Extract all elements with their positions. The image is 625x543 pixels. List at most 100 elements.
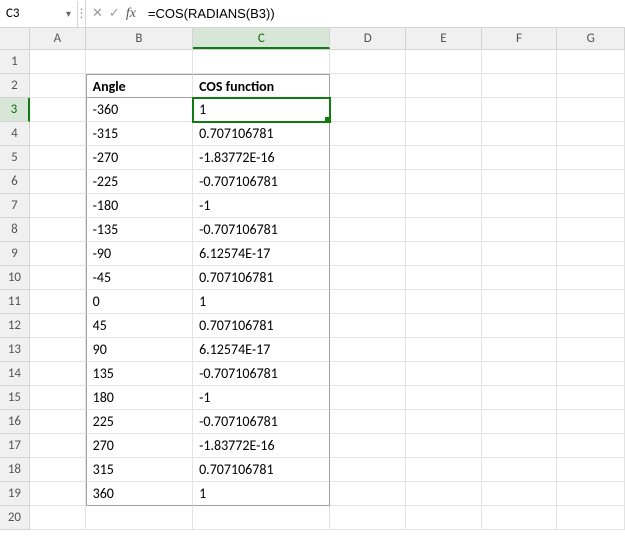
row-header-20[interactable]: 20 — [0, 506, 30, 530]
cell-B14[interactable]: 135 — [86, 362, 193, 386]
cell-F16[interactable] — [482, 410, 558, 434]
cell-E16[interactable] — [406, 410, 482, 434]
cell-C1[interactable] — [193, 50, 330, 74]
cell-F13[interactable] — [482, 338, 558, 362]
cell-D6[interactable] — [330, 170, 406, 194]
cell-A19[interactable] — [30, 482, 86, 506]
cell-E9[interactable] — [406, 242, 482, 266]
cancel-icon[interactable]: ✕ — [92, 7, 103, 20]
cell-G14[interactable] — [557, 362, 625, 386]
cell-E3[interactable] — [406, 98, 482, 122]
cell-B10[interactable]: -45 — [86, 266, 193, 290]
column-header-a[interactable]: A — [30, 28, 86, 49]
cell-G6[interactable] — [557, 170, 625, 194]
row-header-17[interactable]: 17 — [0, 434, 30, 458]
column-header-g[interactable]: G — [557, 28, 625, 49]
cell-G15[interactable] — [557, 386, 625, 410]
cell-C3[interactable]: 1 — [193, 98, 330, 122]
cell-A20[interactable] — [30, 506, 86, 530]
cell-F11[interactable] — [482, 290, 558, 314]
cell-D17[interactable] — [330, 434, 406, 458]
cell-D11[interactable] — [330, 290, 406, 314]
cell-C10[interactable]: 0.707106781 — [193, 266, 330, 290]
cell-G19[interactable] — [557, 482, 625, 506]
select-all-corner[interactable] — [0, 28, 30, 50]
cell-G12[interactable] — [557, 314, 625, 338]
cell-C11[interactable]: 1 — [193, 290, 330, 314]
cell-E12[interactable] — [406, 314, 482, 338]
cell-G1[interactable] — [557, 50, 625, 74]
column-header-d[interactable]: D — [330, 28, 406, 49]
cell-G18[interactable] — [557, 458, 625, 482]
cell-D12[interactable] — [330, 314, 406, 338]
cell-D5[interactable] — [330, 146, 406, 170]
cell-E6[interactable] — [406, 170, 482, 194]
cell-C2[interactable]: COS function — [193, 74, 330, 98]
cell-F2[interactable] — [482, 74, 558, 98]
cell-D3[interactable] — [330, 98, 406, 122]
column-header-f[interactable]: F — [482, 28, 558, 49]
cell-A17[interactable] — [30, 434, 86, 458]
row-header-2[interactable]: 2 — [0, 74, 30, 98]
cell-E1[interactable] — [406, 50, 482, 74]
cell-B3[interactable]: -360 — [86, 98, 193, 122]
cell-G3[interactable] — [557, 98, 625, 122]
cell-F15[interactable] — [482, 386, 558, 410]
cell-E17[interactable] — [406, 434, 482, 458]
cell-A10[interactable] — [30, 266, 86, 290]
cell-A4[interactable] — [30, 122, 86, 146]
cell-F10[interactable] — [482, 266, 558, 290]
row-header-12[interactable]: 12 — [0, 314, 30, 338]
formula-input[interactable] — [142, 0, 625, 27]
cell-G5[interactable] — [557, 146, 625, 170]
cell-G11[interactable] — [557, 290, 625, 314]
row-header-10[interactable]: 10 — [0, 266, 30, 290]
cell-B5[interactable]: -270 — [86, 146, 193, 170]
cell-A8[interactable] — [30, 218, 86, 242]
cell-A7[interactable] — [30, 194, 86, 218]
cell-E13[interactable] — [406, 338, 482, 362]
row-header-7[interactable]: 7 — [0, 194, 30, 218]
cell-A14[interactable] — [30, 362, 86, 386]
cell-C6[interactable]: -0.707106781 — [193, 170, 330, 194]
cell-C18[interactable]: 0.707106781 — [193, 458, 330, 482]
row-header-5[interactable]: 5 — [0, 146, 30, 170]
cell-C14[interactable]: -0.707106781 — [193, 362, 330, 386]
row-header-9[interactable]: 9 — [0, 242, 30, 266]
column-header-e[interactable]: E — [406, 28, 482, 49]
cell-E4[interactable] — [406, 122, 482, 146]
cell-A6[interactable] — [30, 170, 86, 194]
cell-E19[interactable] — [406, 482, 482, 506]
cell-G20[interactable] — [557, 506, 625, 530]
cell-E11[interactable] — [406, 290, 482, 314]
row-header-19[interactable]: 19 — [0, 482, 30, 506]
row-header-6[interactable]: 6 — [0, 170, 30, 194]
cell-A2[interactable] — [30, 74, 86, 98]
cell-B8[interactable]: -135 — [86, 218, 193, 242]
cell-A9[interactable] — [30, 242, 86, 266]
row-header-4[interactable]: 4 — [0, 122, 30, 146]
cell-C9[interactable]: 6.12574E-17 — [193, 242, 330, 266]
cell-C19[interactable]: 1 — [193, 482, 330, 506]
cell-B9[interactable]: -90 — [86, 242, 193, 266]
cell-F1[interactable] — [482, 50, 558, 74]
cell-A5[interactable] — [30, 146, 86, 170]
cell-A13[interactable] — [30, 338, 86, 362]
cell-D19[interactable] — [330, 482, 406, 506]
cell-A12[interactable] — [30, 314, 86, 338]
cell-F9[interactable] — [482, 242, 558, 266]
cell-F20[interactable] — [482, 506, 558, 530]
cell-E5[interactable] — [406, 146, 482, 170]
cell-A16[interactable] — [30, 410, 86, 434]
cell-G16[interactable] — [557, 410, 625, 434]
cell-E10[interactable] — [406, 266, 482, 290]
cell-F7[interactable] — [482, 194, 558, 218]
cell-A11[interactable] — [30, 290, 86, 314]
cell-D8[interactable] — [330, 218, 406, 242]
row-header-13[interactable]: 13 — [0, 338, 30, 362]
row-header-14[interactable]: 14 — [0, 362, 30, 386]
cell-F18[interactable] — [482, 458, 558, 482]
cell-E2[interactable] — [406, 74, 482, 98]
cell-F4[interactable] — [482, 122, 558, 146]
column-header-b[interactable]: B — [86, 28, 193, 49]
